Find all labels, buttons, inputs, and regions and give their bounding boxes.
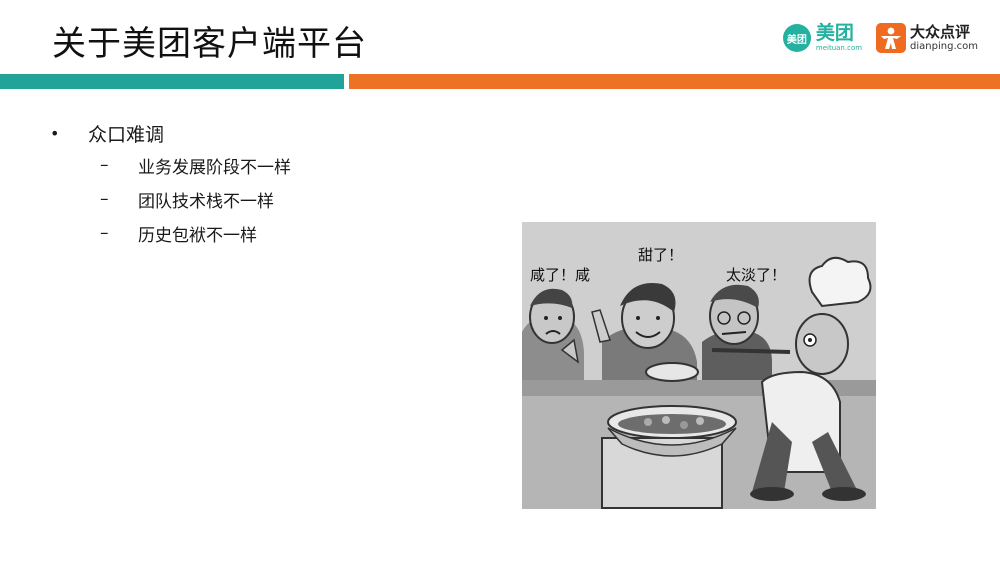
meituan-domain: meituan.com	[815, 44, 863, 52]
sub-bullet-text: 业务发展阶段不一样	[138, 157, 291, 178]
dianping-name: 大众点评	[910, 22, 971, 41]
cartoon-scene: 咸了！咸 甜了！ 太淡了！	[522, 222, 876, 509]
sub-bullet-marker: –	[100, 223, 109, 243]
sub-bullet-marker: –	[100, 189, 109, 209]
logo-group: 美团 美团 meituan.com 大众点评 dianping.com	[782, 20, 978, 56]
header-bar-teal	[0, 74, 344, 89]
header-bar-orange	[349, 74, 1000, 89]
dianping-logo: 大众点评 dianping.com	[876, 23, 978, 53]
sub-bullet-item: – 团队技术栈不一样	[50, 182, 291, 216]
bullet-text: 众口难调	[88, 123, 165, 146]
speech-bland: 太淡了！	[726, 266, 786, 284]
cartoon-illustration: 咸了！咸 甜了！ 太淡了！	[522, 222, 876, 509]
sub-bullet-item: – 业务发展阶段不一样	[50, 148, 291, 182]
bullet-item: • 众口难调	[50, 118, 291, 148]
slide-title: 关于美团客户端平台	[52, 24, 367, 64]
bullet-marker: •	[50, 123, 60, 143]
meituan-logo: 美团 美团 meituan.com	[782, 22, 863, 52]
sub-bullet-text: 团队技术栈不一样	[138, 191, 274, 212]
meituan-badge: 美团	[782, 24, 811, 52]
dianping-person-icon	[876, 23, 907, 53]
soup-pot	[601, 405, 737, 509]
sub-bullet-marker: –	[100, 155, 109, 175]
speech-sweet: 甜了！	[638, 246, 683, 264]
dianping-domain: dianping.com	[910, 40, 978, 52]
meituan-name: 美团	[815, 22, 854, 44]
speech-salty: 咸了！咸	[530, 266, 590, 284]
sub-bullet-text: 历史包袱不一样	[138, 225, 257, 246]
bullet-list: • 众口难调 – 业务发展阶段不一样 – 团队技术栈不一样 – 历史包袱不一样	[50, 118, 291, 250]
sub-bullet-item: – 历史包袱不一样	[50, 216, 291, 250]
